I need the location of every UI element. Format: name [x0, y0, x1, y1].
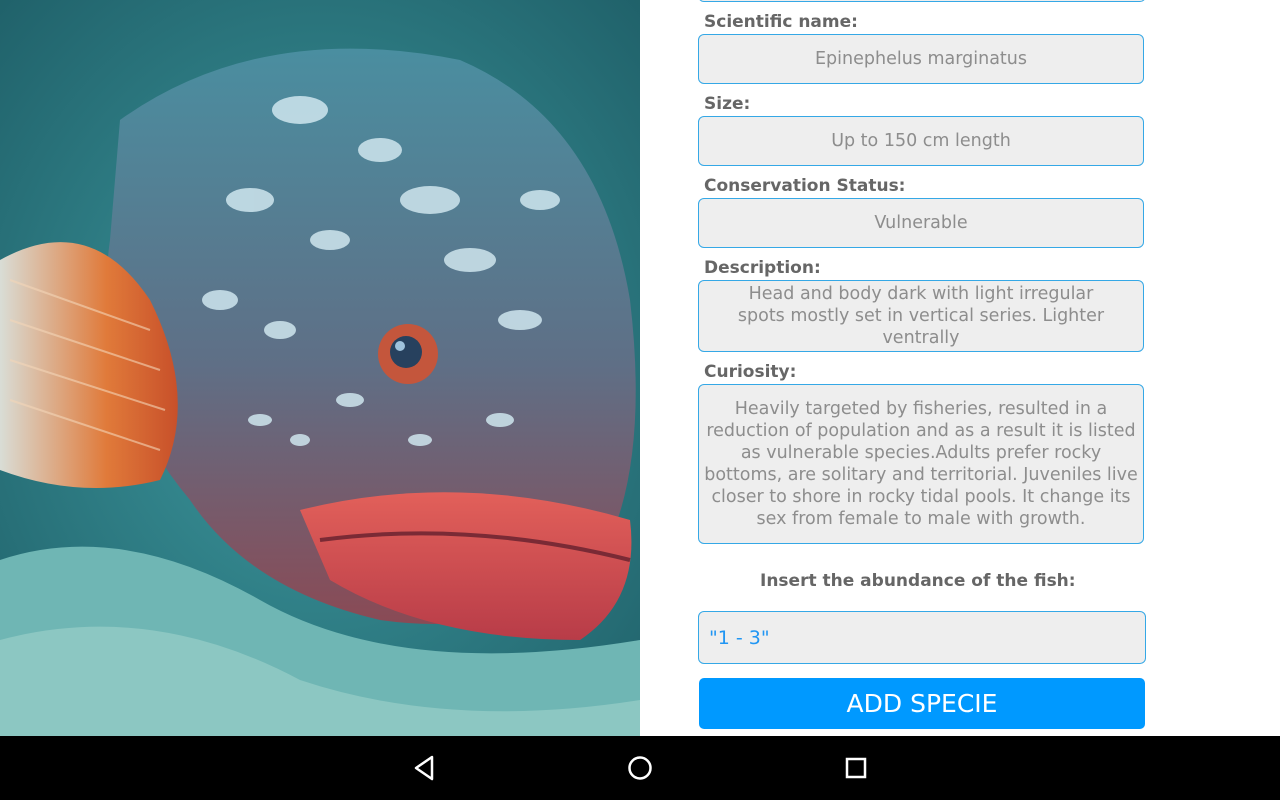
conservation-status-label: Conservation Status:: [704, 176, 906, 196]
conservation-status-field: Vulnerable: [698, 198, 1144, 248]
scientific-name-field: Epinephelus marginatus: [698, 34, 1144, 84]
recents-icon[interactable]: [840, 752, 872, 784]
abundance-prompt: Insert the abundance of the fish:: [760, 571, 1076, 591]
description-label: Description:: [704, 258, 821, 278]
curiosity-field: Heavily targeted by fisheries, resulted …: [698, 384, 1144, 544]
add-specie-button[interactable]: ADD SPECIE: [699, 678, 1145, 729]
scientific-name-label: Scientific name:: [704, 12, 858, 32]
home-icon[interactable]: [624, 752, 656, 784]
previous-field-box: [698, 0, 1146, 2]
size-field: Up to 150 cm length: [698, 116, 1144, 166]
description-field: Head and body dark with light irregular …: [698, 280, 1144, 352]
fish-photo: [0, 0, 640, 736]
fish-illustration: [0, 0, 640, 736]
size-label: Size:: [704, 94, 751, 114]
system-navigation-bar: [0, 736, 1280, 800]
curiosity-label: Curiosity:: [704, 362, 797, 382]
abundance-input[interactable]: [698, 611, 1146, 664]
back-icon[interactable]: [408, 752, 440, 784]
